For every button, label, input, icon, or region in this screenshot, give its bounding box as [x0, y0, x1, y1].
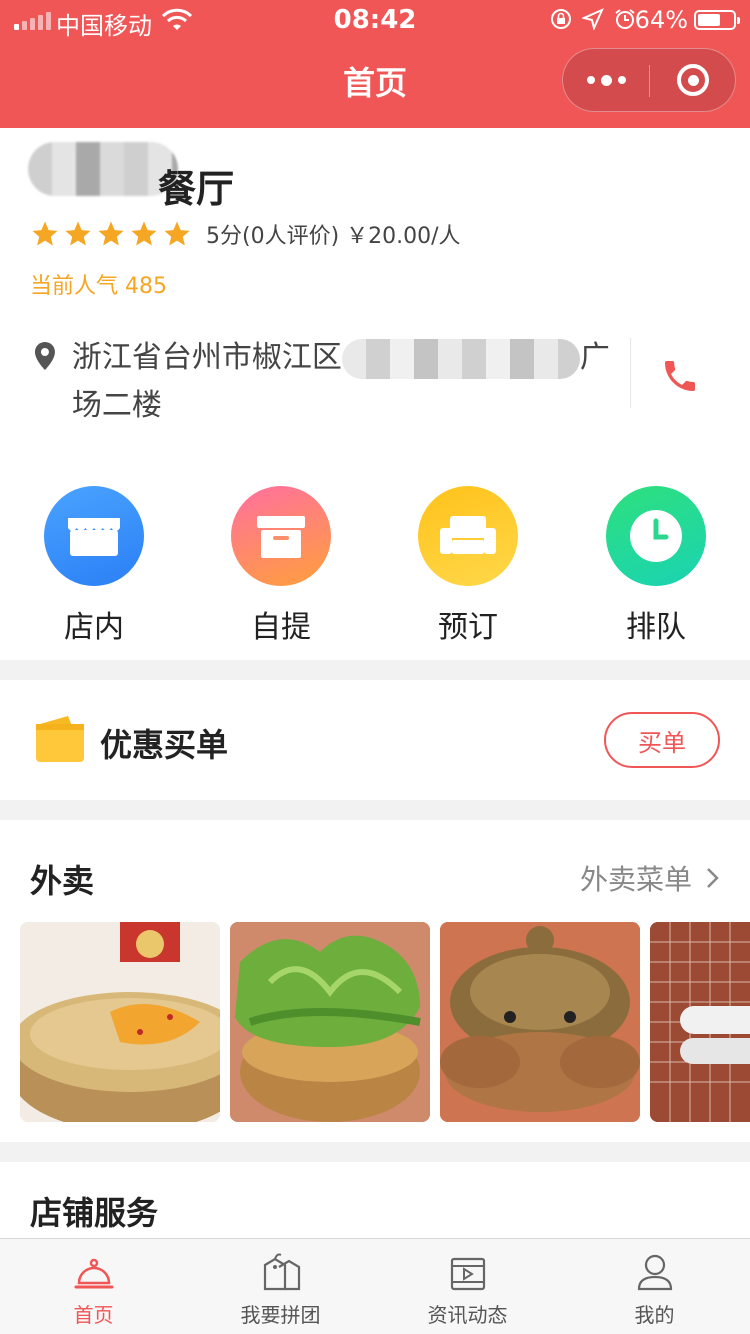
battery-percent: 64%	[634, 6, 688, 34]
service-label: 店内	[64, 610, 124, 645]
rating-row: 5分(0人评价) ￥20.00/人	[30, 218, 461, 250]
tab-bar: 首页 我要拼团 资讯动态 我的	[0, 1238, 750, 1334]
address[interactable]: 浙江省台州市椒江区 广 场二楼	[30, 334, 630, 430]
takeout-photo-strip	[20, 922, 750, 1122]
takeout-section: 外卖 外卖菜单	[0, 820, 750, 1142]
star-icon	[32, 221, 58, 246]
tab-news[interactable]: 资讯动态	[374, 1239, 561, 1334]
tab-group-buy[interactable]: 我要拼团	[187, 1239, 374, 1334]
dish-photo-rice-cake[interactable]	[650, 922, 750, 1122]
location-icon	[582, 8, 604, 30]
store-name-text: 餐厅	[158, 167, 235, 211]
discount-checkout-section: 优惠买单 买单	[0, 680, 750, 800]
star-icon	[65, 221, 91, 246]
takeout-title: 外卖	[30, 862, 95, 900]
rating-text: 5分(0人评价) ￥20.00/人	[206, 224, 461, 249]
tab-home[interactable]: 首页	[0, 1239, 187, 1334]
target-icon	[677, 64, 709, 96]
coupon-title: 优惠买单	[100, 726, 229, 764]
phone-icon	[665, 361, 695, 391]
shop-services-title: 店铺服务	[30, 1194, 159, 1232]
sofa-icon	[418, 486, 518, 586]
address-line2: 场二楼	[71, 388, 162, 423]
tab-label: 资讯动态	[427, 1303, 508, 1327]
tags-icon	[263, 1253, 300, 1291]
address-text: 浙江省台州市椒江区 广 场二楼	[72, 334, 630, 430]
service-reservation[interactable]: 预订	[398, 486, 538, 646]
alarm-icon	[615, 9, 635, 29]
service-label: 自提	[251, 610, 311, 645]
service-pickup[interactable]: 自提	[211, 486, 351, 646]
tab-label: 首页	[73, 1303, 114, 1327]
close-button[interactable]	[650, 49, 736, 111]
shop-services-section: 店铺服务	[0, 1162, 750, 1242]
popularity-value: 485	[125, 274, 168, 299]
service-dine-in[interactable]: 店内	[24, 486, 164, 646]
star-icon	[131, 221, 157, 246]
redacted-address	[341, 338, 580, 379]
tab-label: 我的	[634, 1303, 675, 1327]
status-bar: 中国移动 08:42 64%	[0, 0, 750, 40]
chevron-right-icon	[707, 868, 719, 888]
takeout-menu-link[interactable]: 外卖菜单	[580, 858, 720, 898]
location-pin-icon	[34, 342, 55, 370]
top-bar: 中国移动 08:42 64% 首页	[0, 0, 750, 128]
service-label: 预订	[438, 610, 498, 645]
cloche-icon	[74, 1258, 113, 1289]
popularity: 当前人气 485	[30, 268, 167, 300]
star-rating	[30, 219, 192, 249]
user-icon	[637, 1254, 672, 1291]
dish-photo-lettuce[interactable]	[230, 922, 430, 1122]
popularity-label: 当前人气	[30, 274, 119, 299]
dot-icon	[586, 76, 595, 84]
address-part1: 浙江省台州市椒江区	[71, 340, 342, 375]
pay-bill-button[interactable]: 买单	[604, 712, 720, 768]
call-button[interactable]	[650, 346, 710, 406]
mini-program-capsule	[562, 48, 736, 112]
box-icon	[231, 486, 331, 586]
store-name: 餐厅	[158, 158, 234, 213]
clock-icon	[606, 486, 706, 586]
dot-icon	[600, 74, 612, 86]
service-label: 排队	[626, 610, 686, 645]
star-icon	[164, 221, 190, 246]
status-icons	[550, 8, 636, 30]
battery-icon	[694, 10, 740, 30]
rotation-lock-icon	[551, 9, 571, 29]
store-info-card: 餐厅 5分(0人评价) ￥20.00/人 当前人气 485 浙江省台州市椒江区 广…	[0, 128, 750, 660]
service-queue[interactable]: 排队	[586, 486, 726, 646]
app-page: 中国移动 08:42 64% 首页 餐厅 5分(0人评价) ￥20.00/人 当…	[0, 0, 750, 1334]
takeout-menu-label: 外卖菜单	[579, 863, 692, 896]
video-icon	[450, 1257, 485, 1291]
dot-icon	[617, 76, 626, 84]
dish-photo-crab-pot[interactable]	[440, 922, 640, 1122]
tab-label: 我要拼团	[240, 1303, 321, 1327]
address-divider	[630, 338, 631, 408]
dish-photo-soup[interactable]	[20, 922, 220, 1122]
redacted-store-name	[28, 142, 178, 196]
service-grid: 店内 自提 预订 排队	[0, 486, 750, 646]
store-icon	[44, 486, 144, 586]
more-button[interactable]	[563, 49, 649, 111]
wallet-icon	[36, 716, 84, 762]
tab-profile[interactable]: 我的	[561, 1239, 748, 1334]
address-part2: 广	[579, 340, 610, 375]
star-icon	[98, 221, 124, 246]
